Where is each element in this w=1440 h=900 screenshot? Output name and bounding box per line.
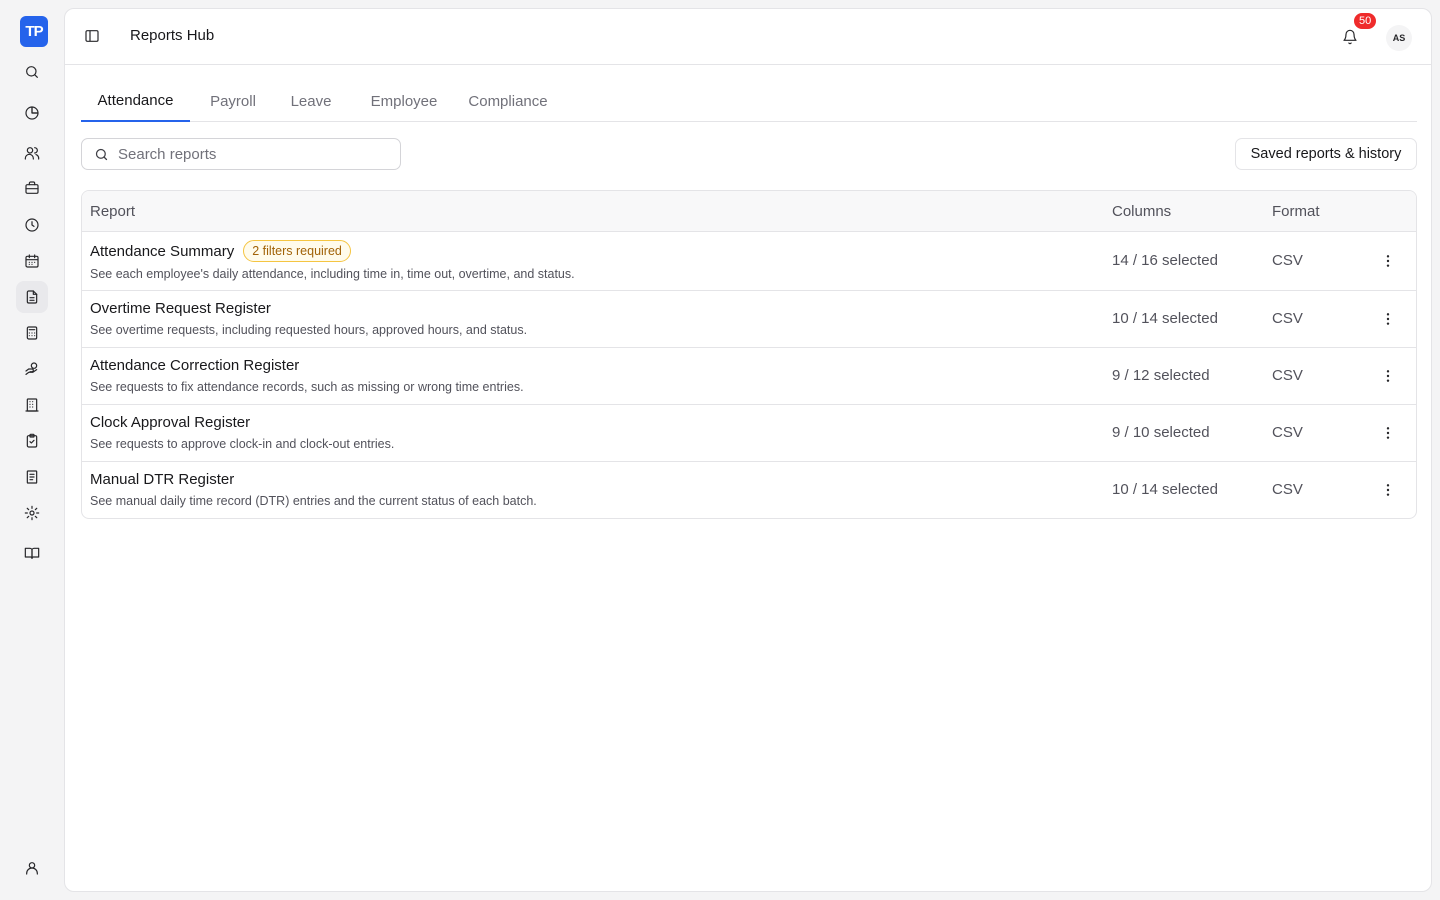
tab-attendance[interactable]: Attendance (81, 81, 190, 122)
report-description: See overtime requests, including request… (90, 323, 528, 337)
report-description: See requests to fix attendance records, … (90, 380, 524, 394)
clock-icon[interactable] (16, 209, 48, 241)
hand-coins-icon[interactable] (16, 353, 48, 385)
top-bar: Reports Hub 50 AS (65, 9, 1431, 65)
report-description: See manual daily time record (DTR) entri… (90, 494, 537, 508)
search-box[interactable] (81, 138, 401, 170)
app-logo[interactable]: TP (20, 16, 48, 47)
tab-compliance[interactable]: Compliance (465, 81, 551, 121)
table-row[interactable]: Overtime Request Register See overtime r… (82, 291, 1416, 348)
report-name: Overtime Request Register (90, 300, 271, 317)
clipboard-check-icon[interactable] (16, 425, 48, 457)
search-icon[interactable] (16, 56, 48, 88)
more-vertical-icon[interactable] (1376, 307, 1400, 331)
more-vertical-icon[interactable] (1376, 421, 1400, 445)
filters-required-badge: 2 filters required (243, 240, 351, 262)
report-name: Manual DTR Register (90, 471, 235, 488)
reports-table: Report Columns Format Attendance Summary… (81, 190, 1417, 519)
table-row[interactable]: Attendance Summary 2 filters required Se… (82, 232, 1416, 291)
columns-selected: 10 / 14 selected (1112, 481, 1218, 498)
tab-leave[interactable]: Leave (283, 81, 339, 121)
chart-pie-icon[interactable] (16, 97, 48, 129)
report-description: See requests to approve clock-in and clo… (90, 437, 395, 451)
report-name: Attendance Summary (90, 242, 235, 260)
search-icon (95, 148, 108, 160)
column-header-format: Format (1272, 203, 1320, 220)
calculator-icon[interactable] (16, 317, 48, 349)
tab-payroll[interactable]: Payroll (201, 81, 265, 121)
book-open-icon[interactable] (16, 537, 48, 569)
column-header-columns: Columns (1112, 203, 1172, 220)
notebook-icon[interactable] (16, 461, 48, 493)
calendar-icon[interactable] (16, 245, 48, 277)
tab-employee[interactable]: Employee (359, 81, 449, 121)
building-icon[interactable] (16, 389, 48, 421)
report-description: See each employee's daily attendance, in… (90, 267, 575, 281)
report-format: CSV (1272, 424, 1303, 441)
table-row[interactable]: Attendance Correction Register See reque… (82, 348, 1416, 405)
report-format: CSV (1272, 367, 1303, 384)
notification-count-badge: 50 (1353, 12, 1378, 30)
file-text-icon[interactable] (16, 281, 48, 313)
sidebar-toggle-icon[interactable] (79, 23, 105, 49)
sidebar: TP (0, 0, 64, 900)
report-name: Clock Approval Register (90, 414, 251, 431)
report-format: CSV (1272, 481, 1303, 498)
report-format: CSV (1272, 252, 1303, 269)
report-format: CSV (1272, 310, 1303, 327)
columns-selected: 10 / 14 selected (1112, 310, 1218, 327)
table-row[interactable]: Manual DTR Register See manual daily tim… (82, 462, 1416, 518)
saved-reports-button[interactable]: Saved reports & history (1235, 138, 1417, 170)
report-tabs: Attendance Payroll Leave Employee Compli… (81, 81, 1417, 122)
columns-selected: 9 / 10 selected (1112, 424, 1210, 441)
user-icon[interactable] (16, 852, 48, 884)
main-panel: Reports Hub 50 AS Attendance Payroll Lea… (64, 8, 1432, 892)
more-vertical-icon[interactable] (1376, 249, 1400, 273)
briefcase-icon[interactable] (16, 172, 48, 204)
table-header: Report Columns Format (82, 191, 1416, 232)
table-row[interactable]: Clock Approval Register See requests to … (82, 405, 1416, 462)
search-input[interactable] (118, 145, 378, 163)
columns-selected: 14 / 16 selected (1112, 252, 1218, 269)
column-header-report: Report (90, 203, 136, 220)
avatar[interactable]: AS (1386, 25, 1412, 51)
more-vertical-icon[interactable] (1376, 364, 1400, 388)
report-name: Attendance Correction Register (90, 357, 300, 374)
columns-selected: 9 / 12 selected (1112, 367, 1210, 384)
page-title: Reports Hub (130, 27, 215, 44)
more-vertical-icon[interactable] (1376, 478, 1400, 502)
users-icon[interactable] (16, 137, 48, 169)
gear-icon[interactable] (16, 497, 48, 529)
